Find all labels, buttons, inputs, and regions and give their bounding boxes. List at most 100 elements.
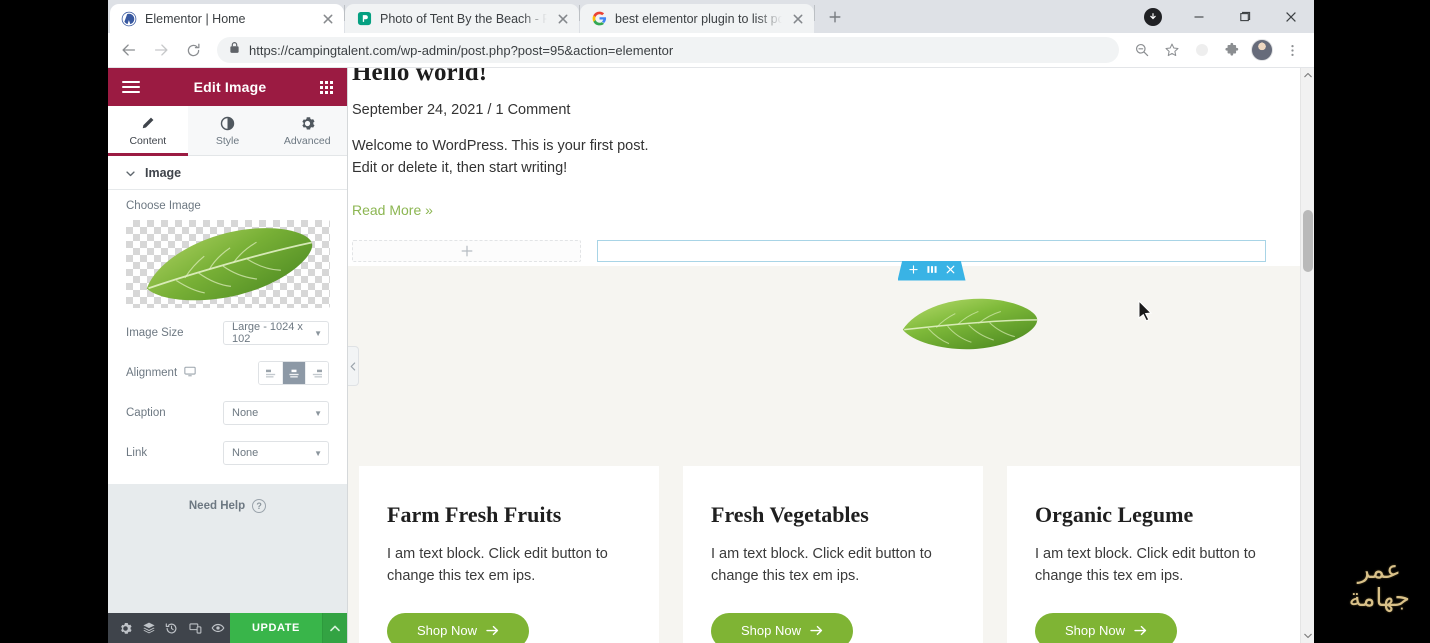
control-label: Alignment [126, 366, 196, 380]
hamburger-icon[interactable] [122, 81, 140, 93]
control-alignment: Alignment [126, 358, 329, 388]
alignment-label: Alignment [126, 367, 178, 379]
download-indicator-icon[interactable] [1130, 0, 1176, 33]
screen: عمر جهامة Elementor | Home Photo of Tent… [0, 0, 1430, 643]
browser-toolbar: https://campingtalent.com/wp-admin/post.… [108, 33, 1314, 68]
card-title: Farm Fresh Fruits [387, 502, 562, 527]
tab-style[interactable]: Style [187, 106, 268, 155]
chevron-left-icon [350, 361, 356, 371]
preview-eye-icon[interactable] [207, 613, 230, 643]
need-help[interactable]: Need Help ? [108, 499, 347, 513]
close-x-icon[interactable] [946, 265, 955, 277]
selected-empty-section[interactable] [597, 239, 1266, 281]
post-preview-area: Hello world! September 24, 2021 / 1 Comm… [348, 68, 1314, 281]
responsive-mode-icon[interactable] [184, 613, 207, 643]
elementor-panel: Edit Image Content Style Advanced Image … [108, 68, 359, 643]
panel-footer: UPDATE [108, 613, 347, 643]
leaf-image-thumbnail [146, 228, 313, 301]
panel-collapse-button[interactable] [348, 346, 359, 386]
new-tab-button[interactable] [821, 3, 849, 31]
grammarly-icon[interactable] [1188, 36, 1216, 64]
reload-button[interactable] [178, 35, 208, 65]
minimize-button[interactable] [1176, 0, 1222, 33]
tab-title: Elementor | Home [145, 11, 246, 26]
card-title: Organic Legume [1035, 502, 1194, 527]
browser-tab-photo[interactable]: Photo of Tent By the Beach - Free [345, 4, 579, 33]
close-window-button[interactable] [1268, 0, 1314, 33]
columns-handle-icon[interactable] [926, 265, 937, 277]
align-left-button[interactable] [259, 362, 282, 384]
control-label: Link [126, 447, 148, 459]
card-text: I am text block. Click edit button to ch… [1035, 546, 1256, 584]
shop-now-label: Shop Now [741, 623, 801, 638]
close-icon[interactable] [320, 11, 336, 27]
tab-title: Photo of Tent By the Beach - Free [380, 11, 547, 26]
toolbar-actions [1128, 36, 1308, 64]
tab-advanced[interactable]: Advanced [267, 106, 348, 155]
scroll-down-arrow[interactable] [1301, 629, 1314, 643]
scroll-up-arrow[interactable] [1301, 68, 1314, 82]
chevron-down-icon: ▼ [314, 448, 322, 458]
page-scrollbar[interactable] [1300, 68, 1314, 643]
scrollbar-thumb[interactable] [1303, 210, 1313, 272]
panel-body: Choose Image Image Size Large - 1024 x 1… [108, 190, 347, 484]
add-new-section-button[interactable] [352, 239, 581, 262]
update-button[interactable]: UPDATE [229, 613, 322, 643]
image-preview[interactable] [126, 220, 330, 308]
extensions-puzzle-icon[interactable] [1218, 36, 1246, 64]
desktop-icon[interactable] [184, 366, 196, 380]
tab-label: Style [215, 134, 240, 147]
product-card[interactable]: Fresh Vegetables I am text block. Click … [683, 466, 983, 643]
history-icon[interactable] [160, 613, 183, 643]
desktop-background-right [1314, 0, 1430, 643]
tab-strip: Elementor | Home Photo of Tent By the Be… [108, 0, 1314, 33]
chevron-down-icon: ▼ [314, 328, 322, 338]
product-cards: Farm Fresh Fruits I am text block. Click… [348, 366, 1314, 643]
add-section-row [352, 239, 1274, 281]
image-size-select[interactable]: Large - 1024 x 102 ▼ [223, 321, 329, 345]
shop-now-button[interactable]: Shop Now [1035, 612, 1177, 643]
post-title: Hello world! [352, 68, 488, 86]
forward-button[interactable] [146, 35, 176, 65]
maximize-button[interactable] [1222, 0, 1268, 33]
close-icon[interactable] [790, 11, 806, 27]
link-select[interactable]: None ▼ [223, 441, 329, 465]
product-card[interactable]: Farm Fresh Fruits I am text block. Click… [359, 466, 659, 643]
wordpress-icon [121, 11, 137, 27]
control-label: Caption [126, 407, 166, 419]
watermark-line-1: عمر [1357, 554, 1401, 584]
bookmark-star-icon[interactable] [1158, 36, 1186, 64]
control-link: Link None ▼ [126, 438, 329, 468]
zoom-search-icon[interactable] [1128, 36, 1156, 64]
question-mark-icon: ? [252, 499, 267, 513]
mouse-pointer [1138, 299, 1153, 326]
url-text: https://campingtalent.com/wp-admin/post.… [249, 42, 674, 58]
align-right-button[interactable] [305, 362, 328, 384]
chrome-menu-icon[interactable] [1278, 36, 1306, 64]
browser-tab-elementor[interactable]: Elementor | Home [110, 4, 344, 33]
align-center-button[interactable] [282, 362, 305, 384]
caption-select[interactable]: None ▼ [223, 401, 329, 425]
back-button[interactable] [114, 35, 144, 65]
tab-content[interactable]: Content [108, 106, 188, 156]
close-icon[interactable] [555, 11, 571, 27]
update-options-button[interactable] [321, 613, 347, 643]
profile-avatar[interactable] [1248, 36, 1276, 64]
section-header-image[interactable]: Image [108, 156, 347, 190]
choose-image-label: Choose Image [126, 200, 201, 212]
shop-now-button[interactable]: Shop Now [387, 612, 529, 643]
navigator-layers-icon[interactable] [137, 613, 160, 643]
browser-tab-google-search[interactable]: best elementor plugin to list pos [580, 4, 814, 33]
plus-icon[interactable] [908, 264, 918, 277]
product-card[interactable]: Organic Legume I am text block. Click ed… [1007, 466, 1307, 643]
widgets-grid-icon[interactable] [320, 80, 333, 94]
address-bar[interactable]: https://campingtalent.com/wp-admin/post.… [217, 37, 1119, 63]
shop-now-button[interactable]: Shop Now [711, 612, 853, 643]
tab-divider [814, 5, 815, 21]
settings-gear-icon[interactable] [114, 613, 137, 643]
shop-now-label: Shop Now [417, 623, 477, 638]
section-title: Image [145, 165, 182, 180]
post-meta: September 24, 2021 / 1 Comment [352, 102, 571, 118]
lock-icon [229, 41, 240, 59]
read-more-link[interactable]: Read More » [352, 202, 433, 218]
